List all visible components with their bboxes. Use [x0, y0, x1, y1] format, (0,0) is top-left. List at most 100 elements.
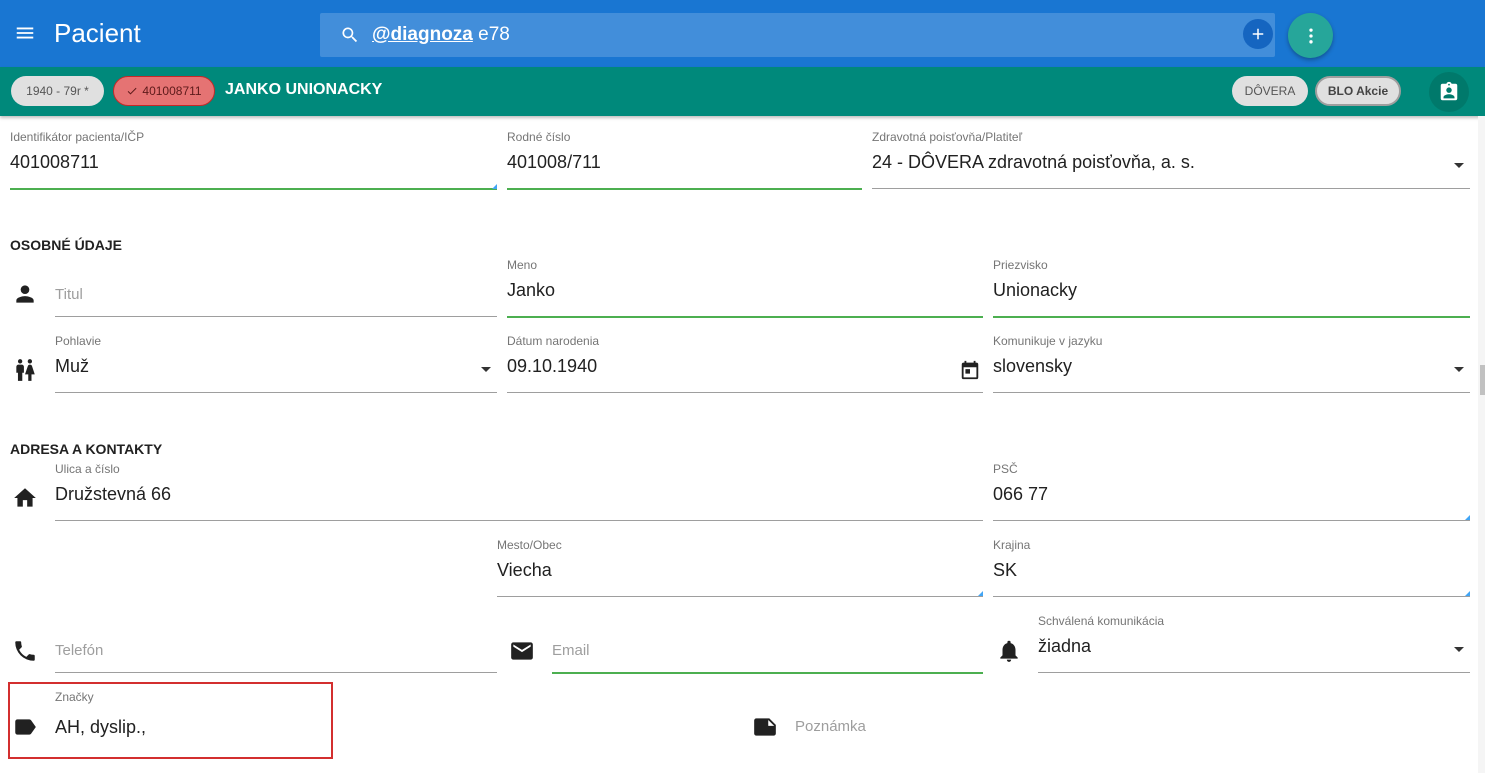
city-value: Viecha [497, 560, 552, 580]
street-input[interactable]: Ulica a číslo Družstevná 66 [55, 462, 983, 521]
insurer-underline [872, 188, 1470, 189]
zip-value: 066 77 [993, 484, 1049, 504]
scrollbar-track[interactable] [1478, 116, 1485, 773]
birth-date-input[interactable]: Dátum narodenia 09.10.1940 [507, 334, 983, 393]
patient-id-chip[interactable]: 401008711 [113, 76, 215, 106]
app-bar: Pacient @diagnoza e78 [0, 0, 1485, 67]
language-label: Komunikuje v jazyku [993, 334, 1103, 348]
page-title: Pacient [54, 18, 141, 48]
street-underline [55, 520, 983, 521]
email-placeholder: Email [552, 642, 590, 659]
more-options-button[interactable] [1288, 13, 1333, 58]
phone-underline [55, 672, 497, 673]
calendar-icon[interactable] [959, 359, 981, 386]
plus-icon [1252, 28, 1264, 40]
gender-value: Muž [55, 356, 90, 376]
country-value: SK [993, 560, 1018, 580]
resize-handle[interactable] [978, 591, 983, 596]
birth-number-label: Rodné číslo [507, 130, 571, 144]
menu-icon[interactable] [14, 22, 42, 46]
insurer-select[interactable]: Zdravotná poisťovňa/Platiteľ 24 - DÔVERA… [872, 130, 1470, 189]
tags-label: Značky [55, 690, 94, 704]
home-icon [12, 485, 38, 511]
icp-underline [10, 188, 497, 190]
language-underline [993, 392, 1470, 393]
zip-underline [993, 520, 1470, 521]
birth-date-label: Dátum narodenia [507, 334, 600, 348]
search-icon [340, 25, 360, 45]
person-icon [12, 281, 38, 307]
tags-field[interactable]: Značky AH, dyslip., [55, 690, 315, 745]
birth-date-underline [507, 392, 983, 393]
zip-input[interactable]: PSČ 066 77 [993, 462, 1470, 521]
last-name-label: Priezvisko [993, 258, 1048, 272]
resize-handle[interactable] [492, 184, 497, 189]
first-name-label: Meno [507, 258, 538, 272]
phone-placeholder: Telefón [55, 642, 104, 659]
city-underline [497, 596, 983, 597]
last-name-value: Unionacky [993, 280, 1078, 300]
email-underline [552, 672, 983, 674]
label-tag-icon [12, 714, 38, 740]
gender-underline [55, 392, 497, 393]
insurer-value: 24 - DÔVERA zdravotná poisťovňa, a. s. [872, 152, 1195, 172]
search-token: @diagnoza [372, 24, 473, 45]
email-input[interactable]: Email [552, 614, 983, 674]
language-value: slovensky [993, 356, 1073, 376]
search-query-text: e78 [478, 24, 510, 45]
approved-communication-value: žiadna [1038, 636, 1092, 656]
note-input[interactable]: Poznámka [795, 690, 1095, 745]
first-name-input[interactable]: Meno Janko [507, 258, 983, 318]
resize-handle[interactable] [1465, 515, 1470, 520]
city-input[interactable]: Mesto/Obec Viecha [497, 538, 983, 597]
birth-number-value: 401008/711 [507, 152, 601, 172]
gender-select[interactable]: Pohlavie Muž [55, 334, 497, 393]
check-icon [128, 87, 137, 95]
icp-label: Identifikátor pacienta/IČP [10, 130, 145, 144]
insurer-label: Zdravotná poisťovňa/Platiteľ [872, 130, 1023, 144]
title-placeholder: Titul [55, 286, 83, 303]
dropdown-arrow-icon [1454, 367, 1464, 372]
approved-communication-underline [1038, 672, 1470, 673]
title-input[interactable]: Titul [55, 258, 497, 317]
city-label: Mesto/Obec [497, 538, 562, 552]
birth-number-field[interactable]: Rodné číslo 401008/711 [507, 130, 862, 190]
title-underline [55, 316, 497, 317]
contact-card-icon [1440, 81, 1458, 101]
search-input[interactable]: @diagnoza e78 [320, 13, 1275, 57]
country-label: Krajina [993, 538, 1031, 552]
resize-handle[interactable] [1465, 591, 1470, 596]
insurer-chip[interactable]: DÔVERA [1232, 76, 1308, 106]
scrollbar-thumb[interactable] [1480, 365, 1485, 395]
patient-card-button[interactable] [1429, 72, 1469, 112]
first-name-underline [507, 316, 983, 318]
icp-field[interactable]: Identifikátor pacienta/IČP 401008711 [10, 130, 497, 190]
gender-label: Pohlavie [55, 334, 102, 348]
add-button[interactable] [1243, 19, 1273, 49]
tags-value: AH, dyslip., [55, 717, 147, 737]
last-name-input[interactable]: Priezvisko Unionacky [993, 258, 1470, 318]
approved-communication-select[interactable]: Schválená komunikácia žiadna [1038, 614, 1470, 673]
country-input[interactable]: Krajina SK [993, 538, 1470, 597]
zip-label: PSČ [993, 462, 1018, 476]
phone-input[interactable]: Telefón [55, 614, 497, 673]
approved-communication-label: Schválená komunikácia [1038, 614, 1165, 628]
search-query: @diagnoza e78 [372, 24, 510, 46]
icp-value: 401008711 [10, 152, 99, 172]
street-label: Ulica a číslo [55, 462, 120, 476]
phone-icon [12, 638, 38, 664]
country-underline [993, 596, 1470, 597]
language-select[interactable]: Komunikuje v jazyku slovensky [993, 334, 1470, 393]
patient-id-chip-label: 401008711 [142, 84, 202, 98]
age-chip[interactable]: 1940 - 79r * [11, 76, 104, 106]
email-icon [509, 638, 535, 664]
last-name-underline [993, 316, 1470, 318]
dropdown-arrow-icon [1454, 647, 1464, 652]
street-value: Družstevná 66 [55, 484, 172, 504]
patient-name: JANKO UNIONACKY [225, 81, 383, 98]
address-section-title: ADRESA A KONTAKTY [10, 441, 163, 457]
note-icon [752, 714, 778, 740]
birth-number-underline [507, 188, 862, 190]
personal-section-title: OSOBNÉ ÚDAJE [10, 237, 123, 253]
actions-chip[interactable]: BLO Akcie [1315, 76, 1401, 106]
